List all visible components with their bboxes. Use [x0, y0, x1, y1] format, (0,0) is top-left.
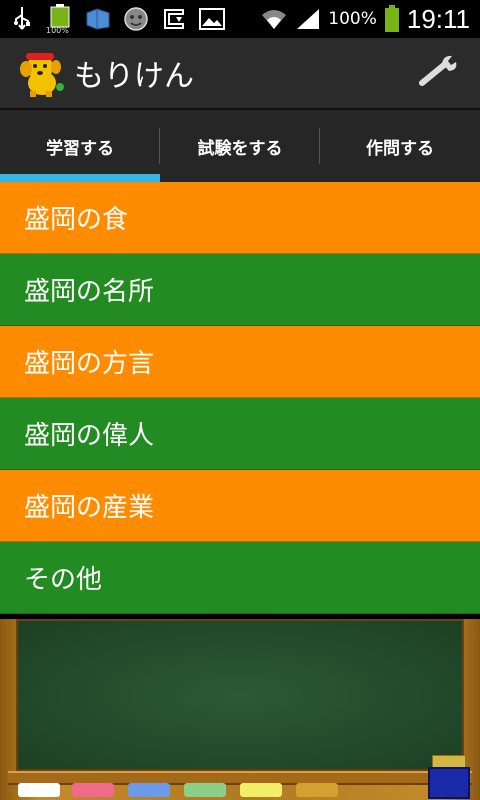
wrench-icon: [418, 53, 462, 93]
clock: 19:11: [406, 3, 470, 34]
list-item-food[interactable]: 盛岡の食: [0, 182, 480, 254]
list-item-label: 盛岡の産業: [24, 493, 155, 523]
app-title: もりけん: [74, 59, 194, 94]
chalkboard: [16, 619, 464, 771]
chalk-blue: [128, 783, 170, 797]
usb-icon: [8, 5, 36, 33]
list-item-famous-places[interactable]: 盛岡の名所: [0, 254, 480, 326]
list-item-label: 盛岡の偉人: [24, 421, 155, 451]
battery-small-label: 100%: [46, 26, 69, 35]
signal-icon: [294, 5, 322, 33]
list-item-label: 盛岡の方言: [24, 349, 155, 379]
eraser: [428, 767, 470, 799]
list-item-great-people[interactable]: 盛岡の偉人: [0, 398, 480, 470]
tab-label: 試験をする: [197, 138, 283, 159]
action-bar: もりけん: [0, 38, 480, 110]
chalk-green: [184, 783, 226, 797]
tab-selected-indicator: [0, 174, 160, 182]
battery-icon: [383, 5, 401, 33]
list-item-label: 盛岡の名所: [24, 277, 155, 307]
list-item-dialect[interactable]: 盛岡の方言: [0, 326, 480, 398]
list-item-industry[interactable]: 盛岡の産業: [0, 470, 480, 542]
image-icon: [198, 5, 226, 33]
list-item-other[interactable]: その他: [0, 542, 480, 614]
chalkboard-decoration: [0, 619, 480, 800]
chalk-pink: [72, 783, 114, 797]
tab-label: 作問する: [366, 138, 434, 159]
status-right: 100% 19:11: [260, 0, 480, 38]
app-logo-icon[interactable]: [16, 47, 68, 99]
wifi-icon: [260, 5, 288, 33]
app-notification-icon: [122, 5, 150, 33]
battery-charging-icon: 100%: [46, 4, 74, 35]
list-item-label: その他: [24, 565, 103, 595]
tab-label: 学習する: [46, 138, 114, 159]
tab-study[interactable]: 学習する: [0, 110, 160, 182]
chalk-yellow: [240, 783, 282, 797]
download-icon: [160, 5, 188, 33]
notification-icon: [84, 5, 112, 33]
settings-button[interactable]: [412, 45, 468, 101]
status-left: 100%: [0, 0, 226, 38]
category-list: 盛岡の食 盛岡の名所 盛岡の方言 盛岡の偉人 盛岡の産業 その他: [0, 182, 480, 614]
tab-create-question[interactable]: 作問する: [320, 110, 480, 182]
status-bar: 100% 100% 19:11: [0, 0, 480, 38]
chalk-orange: [296, 783, 338, 797]
list-item-label: 盛岡の食: [24, 205, 129, 235]
tab-bar: 学習する 試験をする 作問する: [0, 110, 480, 182]
chalk-white: [18, 783, 60, 797]
battery-percentage: 100%: [328, 9, 377, 29]
tab-exam[interactable]: 試験をする: [160, 110, 320, 182]
